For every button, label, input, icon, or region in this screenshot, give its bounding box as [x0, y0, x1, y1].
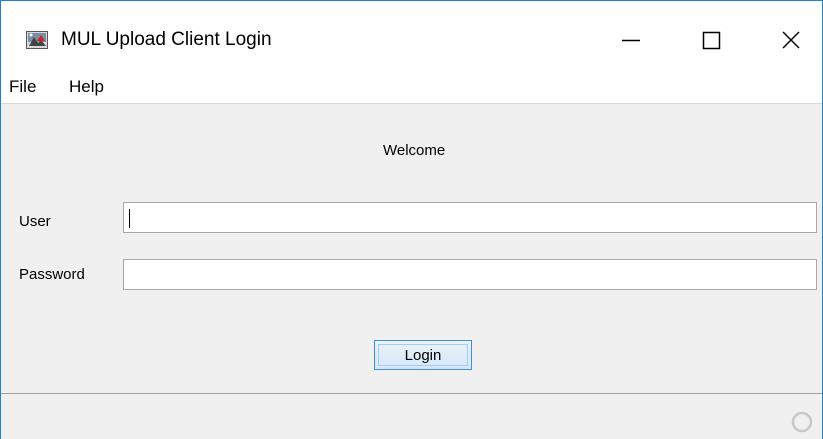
close-button[interactable] [770, 23, 814, 59]
minimize-button[interactable] [610, 23, 654, 59]
menu-file[interactable]: File [9, 77, 36, 97]
window-title: MUL Upload Client Login [61, 29, 272, 50]
title-bar[interactable]: MUL Upload Client Login [1, 1, 822, 71]
minimize-icon [622, 39, 640, 42]
password-label: Password [19, 266, 85, 283]
login-form: Welcome User Password Login [1, 103, 822, 394]
password-input[interactable] [123, 259, 817, 290]
upload-client-app-icon[interactable] [26, 31, 48, 49]
text-caret [129, 209, 130, 228]
maximize-button[interactable] [690, 23, 734, 59]
login-window: MUL Upload Client Login File Help Welcom… [0, 0, 823, 439]
welcome-heading: Welcome [383, 142, 446, 159]
login-button[interactable]: Login [374, 340, 472, 370]
user-label: User [19, 213, 51, 230]
busy-ring-icon [790, 410, 814, 434]
status-bar [1, 394, 822, 439]
close-icon [782, 31, 800, 49]
menu-help[interactable]: Help [69, 77, 104, 97]
user-input[interactable] [123, 202, 817, 233]
menu-bar: File Help [1, 71, 822, 101]
maximize-icon [702, 31, 721, 50]
